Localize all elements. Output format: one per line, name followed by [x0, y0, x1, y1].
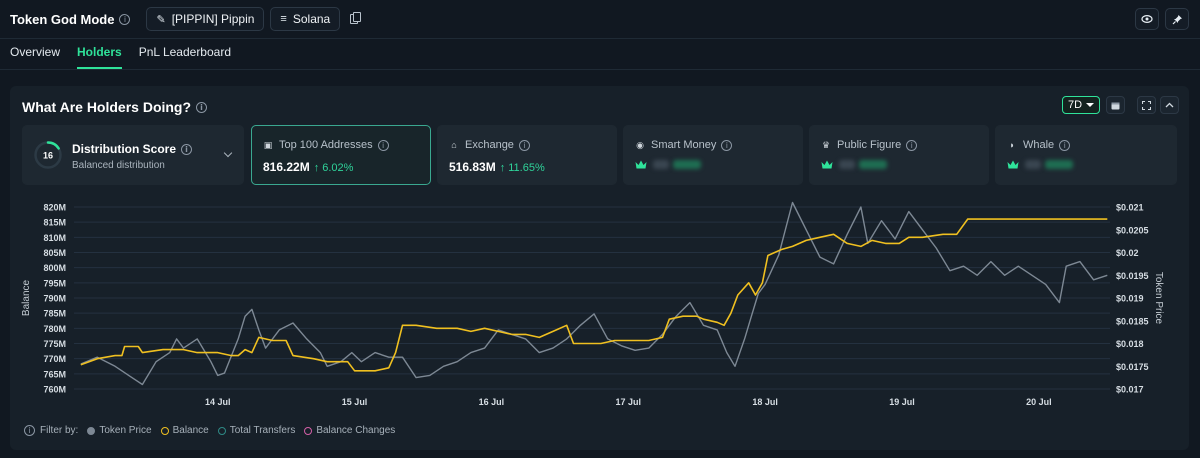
app-title: Token God Mode — [10, 11, 115, 27]
legend-item-balance-changes[interactable]: Balance Changes — [304, 425, 395, 436]
holders-panel: What Are Holders Doing? i 7D 16 Distribu… — [10, 86, 1189, 450]
chain-label: Solana — [292, 12, 331, 26]
legend-dot — [217, 426, 226, 435]
balance-price-chart[interactable]: 820M 815M 810M 805M 800M 795M 790M 785M 780M 775M… — [10, 86, 1189, 416]
legend-item-total-transfers[interactable]: Total Transfers — [217, 425, 296, 436]
y-tick-label: 815M — [43, 218, 66, 228]
legend-item-token-price[interactable]: Token Price — [87, 425, 152, 436]
legend-dot — [87, 426, 96, 435]
eye-icon — [1141, 14, 1153, 24]
x-tick-label: 19 Jul — [889, 397, 915, 407]
y2-tick-label: $0.017 — [1116, 385, 1144, 395]
legend-filter-label: Filter by: — [40, 425, 79, 436]
x-tick-label: 20 Jul — [1026, 397, 1052, 407]
x-axis-ticks: 14 Jul 15 Jul 16 Jul 17 Jul 18 Jul 19 Jul 20 J… — [205, 397, 1052, 407]
token-label: [PIPPIN] Pippin — [171, 12, 255, 26]
y2-tick-label: $0.0195 — [1116, 271, 1149, 281]
tab-pnl-leaderboard[interactable]: PnL Leaderboard — [139, 45, 231, 69]
top-bar: Token God Mode i ✎ [PIPPIN] Pippin ≡ Sol… — [0, 0, 1200, 38]
y-tick-label: 795M — [43, 278, 66, 288]
y2-tick-label: $0.0185 — [1116, 316, 1149, 326]
watch-button[interactable] — [1135, 8, 1159, 30]
info-icon[interactable]: i — [119, 13, 131, 25]
y2-tick-label: $0.019 — [1116, 294, 1144, 304]
y2-axis-ticks: $0.021 $0.0205 $0.02 $0.0195 $0.019 $0.0185 $0… — [1116, 203, 1149, 395]
x-tick-label: 16 Jul — [479, 397, 505, 407]
y-tick-label: 820M — [43, 203, 66, 213]
pin-icon — [1172, 14, 1182, 24]
solana-icon: ≡ — [280, 13, 287, 25]
y2-axis-label: Token Price — [1153, 272, 1164, 325]
y2-tick-label: $0.0205 — [1116, 225, 1149, 235]
legend-filter: i Filter by: — [24, 425, 78, 436]
x-tick-label: 15 Jul — [342, 397, 368, 407]
x-tick-label: 18 Jul — [752, 397, 778, 407]
x-tick-label: 14 Jul — [205, 397, 231, 407]
token-selector-button[interactable]: ✎ [PIPPIN] Pippin — [146, 7, 265, 31]
y-tick-label: 785M — [43, 309, 66, 319]
tab-holders[interactable]: Holders — [77, 45, 122, 69]
info-icon[interactable]: i — [24, 425, 35, 436]
tab-overview[interactable]: Overview — [10, 45, 60, 69]
legend-item-label: Balance Changes — [316, 425, 396, 436]
y-tick-label: 790M — [43, 294, 66, 304]
y-axis-ticks: 820M 815M 810M 805M 800M 795M 790M 785M 780M 775M… — [43, 203, 66, 395]
pencil-icon: ✎ — [156, 13, 166, 26]
y2-tick-label: $0.02 — [1116, 248, 1139, 258]
y-axis-label: Balance — [21, 279, 32, 316]
y-tick-label: 805M — [43, 248, 66, 258]
legend-dot — [160, 426, 169, 435]
y2-tick-label: $0.021 — [1116, 203, 1144, 213]
x-tick-label: 17 Jul — [616, 397, 642, 407]
legend-item-label: Token Price — [99, 425, 152, 436]
tab-bar: Overview Holders PnL Leaderboard — [0, 38, 1200, 70]
chart-lines — [80, 201, 1108, 386]
y-tick-label: 770M — [43, 354, 66, 364]
pin-button[interactable] — [1165, 8, 1189, 30]
copy-icon[interactable] — [350, 12, 362, 24]
legend-item-balance[interactable]: Balance — [160, 425, 209, 436]
y-tick-label: 760M — [43, 385, 66, 395]
y-tick-label: 765M — [43, 369, 66, 379]
legend-item-label: Total Transfers — [229, 425, 296, 436]
legend-item-label: Balance — [172, 425, 209, 436]
y-tick-label: 780M — [43, 324, 66, 334]
chart-legend: i Filter by: Token Price Balance Total T… — [24, 425, 404, 436]
token-price-series-line — [80, 201, 1108, 386]
y2-tick-label: $0.018 — [1116, 339, 1144, 349]
legend-dot — [304, 426, 313, 435]
y-tick-label: 810M — [43, 233, 66, 243]
chain-selector-button[interactable]: ≡ Solana — [270, 7, 341, 31]
y-tick-label: 800M — [43, 263, 66, 273]
y-tick-label: 775M — [43, 339, 66, 349]
y2-tick-label: $0.0175 — [1116, 362, 1149, 372]
